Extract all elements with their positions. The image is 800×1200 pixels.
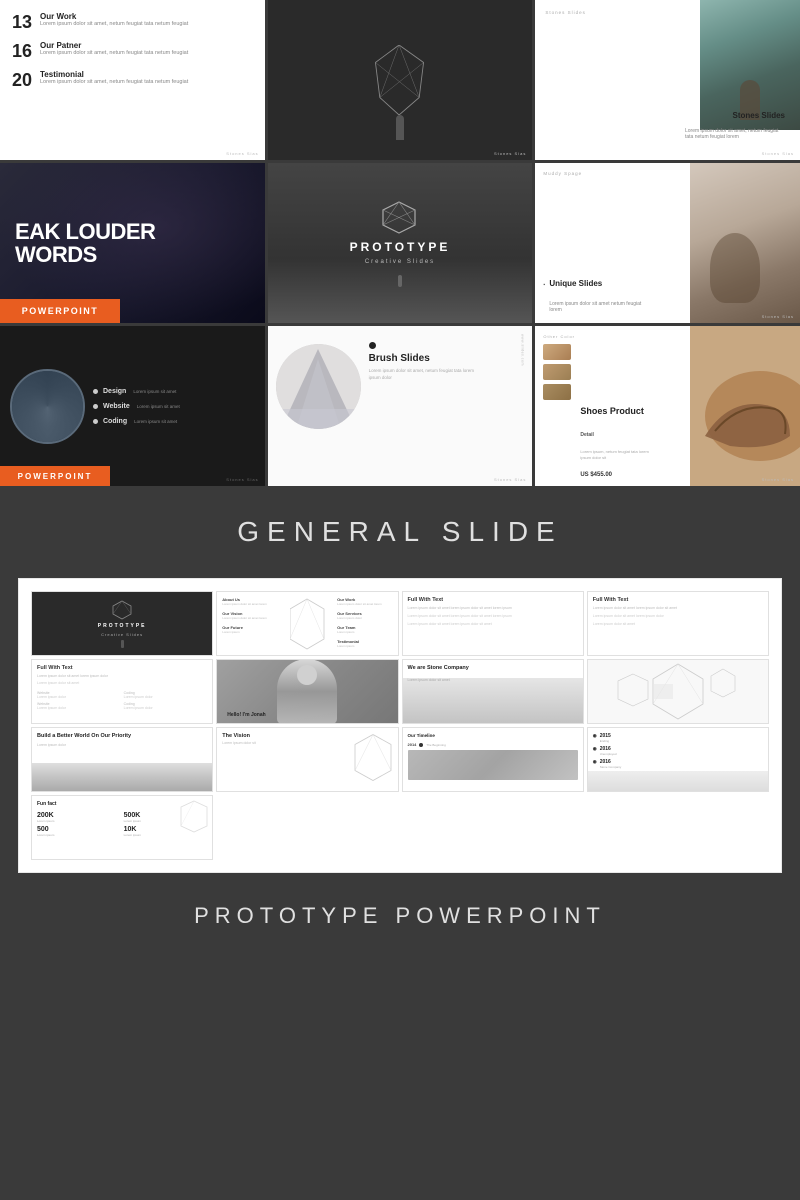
coding-label: Coding: [103, 418, 127, 425]
person-title: Hello! I'm Jonah: [227, 712, 265, 718]
slide-design-circle[interactable]: Design Lorem ipsum sit amet Website Lore…: [0, 326, 265, 486]
mini-slide-stone-company[interactable]: We are Stone Company Lorem ipsum dolor s…: [402, 659, 584, 724]
slide-dark-geometric[interactable]: Stones Slas: [268, 0, 533, 160]
design-label: Design: [103, 388, 126, 395]
slide-desc-ourpatner: Lorem ipsum dolor sit amet, netum feugia…: [40, 50, 188, 58]
slide-desc-ourwork: Lorem ipsum dolor sit amet, netum feugia…: [40, 21, 188, 29]
slides-grid-top: 13 Our Work Lorem ipsum dolor sit amet, …: [0, 0, 800, 486]
slide-label-6: Stones Slas: [762, 314, 794, 319]
stones-slides-desc: Lorem ipsum dolor sit amet, netum feugia…: [685, 128, 785, 140]
prototype-sub: Creative Slides: [365, 259, 435, 265]
shoe-color-1[interactable]: [543, 344, 571, 360]
slide-desc-testimonial: Lorem ipsum dolor sit amet, netum feugia…: [40, 79, 188, 87]
timeline-title: Our Timeline: [408, 733, 578, 738]
slide-prototype-dark[interactable]: PROTOTYPE Creative Slides: [268, 163, 533, 323]
mini-proto-title: PROTOTYPE: [98, 623, 147, 629]
stones-slides-title: Stones Slides: [733, 111, 785, 120]
slide-speak-louder[interactable]: EAK LOUDER WORDS POWERPOINT: [0, 163, 265, 323]
mini-fulltext-desc-1: Lorem ipsum dolor sit amet lorem ipsum d…: [408, 606, 578, 611]
mountain-illustration: [276, 344, 361, 429]
vision-geo-icon: [353, 732, 393, 782]
slide-stones-slides[interactable]: Stones Slides Stones Slides Lorem ipsum …: [535, 0, 800, 160]
brush-dot-icon: [369, 342, 376, 349]
slide-title-ourwork: Our Work: [40, 12, 188, 21]
shoe-color-3[interactable]: [543, 384, 571, 400]
slide-shoes-product[interactable]: Other Color Shoes Product Detail Lo: [535, 326, 800, 486]
prototype-geo-icon: [382, 200, 417, 235]
geo-shapes-icon: [613, 659, 743, 724]
mini-slide-timeline-2[interactable]: ◉ 2015 Ending ◉ 2016 Unemployed ◉: [587, 727, 769, 792]
prototype-powerpoint-title: PROTOTYPE POWERPOINT: [0, 903, 800, 929]
slide-num-20: 20: [12, 70, 40, 91]
mini-fulltext-title-1: Full With Text: [408, 597, 578, 603]
shoes-detail-label: Detail: [580, 432, 594, 438]
powerpoint-badge-bottom: POWERPOINT: [18, 472, 93, 481]
mini-proto-logo-icon: [112, 600, 132, 620]
mini-slide-funfact[interactable]: Fun fact 200K Lorem ipsum 500K Lorem ips…: [31, 795, 213, 860]
mini-slide-cols[interactable]: About Us Lorem ipsum dolor sit amet lore…: [216, 591, 398, 656]
mini-slide-person-photo[interactable]: Hello! I'm Jonah: [216, 659, 398, 724]
stone-company-title: We are Stone Company: [408, 665, 469, 671]
top-section: 13 Our Work Lorem ipsum dolor sit amet, …: [0, 0, 800, 486]
slide-title-testimonial: Testimonial: [40, 70, 188, 79]
mini-slide-fulltext-3[interactable]: Full With Text Lorem ipsum dolor sit ame…: [31, 659, 213, 724]
slide-label-8: Stones Slas: [494, 477, 526, 482]
brush-slides-title: Brush Slides: [369, 353, 525, 364]
slide-label-9: Stones Slas: [762, 477, 794, 482]
words-text: WORDS: [15, 243, 250, 266]
slide-unique-slides[interactable]: Muddy Spage ▪ Unique Slides Lorem ipsum …: [535, 163, 800, 323]
other-color-label: Other Color: [543, 334, 575, 339]
funfact-geo-icon: [179, 799, 209, 834]
mini-slide-vision[interactable]: The Vision Lorem ipsum dolor sit: [216, 727, 398, 792]
brush-slides-desc: Lorem ipsum dolor sit amet, netum feugia…: [369, 367, 479, 381]
mini-fulltext-title-3: Full With Text: [37, 665, 207, 671]
mini-slide-fulltext-2[interactable]: Full With Text Lorem ipsum dolor sit ame…: [587, 591, 769, 656]
general-slide-title: GENERAL SLIDE: [0, 516, 800, 548]
geometric-crystal-icon: [372, 45, 427, 115]
unique-slides-desc: Lorem ipsum dolor sit amet netum feugiat…: [549, 301, 649, 313]
mini-slide-build-world[interactable]: Build a Better World On Our Priority Lor…: [31, 727, 213, 792]
mini-fulltext-desc-2: Lorem ipsum dolor sit amet lorem ipsum d…: [593, 606, 763, 611]
build-world-desc: Lorem ipsum dolor: [37, 743, 207, 747]
unique-slides-title: Unique Slides: [549, 279, 790, 288]
shoes-detail-text: Lorem ipsum, netum feugiat tata lorem ip…: [580, 449, 655, 461]
mini-slide-proto[interactable]: PROTOTYPE Creative Slides: [31, 591, 213, 656]
powerpoint-badge: POWERPOINT: [22, 306, 99, 316]
prototype-powerpoint-section: PROTOTYPE POWERPOINT: [0, 873, 800, 959]
shoe-color-2[interactable]: [543, 364, 571, 380]
slide-num-13: 13: [12, 12, 40, 33]
slide-label-3: Stones Slas: [762, 151, 794, 156]
shoes-product-title: Shoes Product: [580, 406, 644, 416]
slide-num-16: 16: [12, 41, 40, 62]
shoes-price: US $455.00: [580, 472, 612, 478]
general-slide-section: GENERAL SLIDE: [0, 486, 800, 578]
mini-fulltext-title-2: Full With Text: [593, 597, 763, 603]
build-world-title: Build a Better World On Our Priority: [37, 733, 207, 740]
mini-proto-sub: Creative Slides: [101, 632, 143, 637]
slide-label-1: Stones Slas: [226, 151, 258, 156]
mini-slide-fulltext-1[interactable]: Full With Text Lorem ipsum dolor sit ame…: [402, 591, 584, 656]
slide-brush-slides-mountain[interactable]: Brush Slides Lorem ipsum dolor sit amet,…: [268, 326, 533, 486]
stone-company-desc: Lorem ipsum dolor sit amet: [408, 678, 450, 682]
speak-louder-text: EAK LOUDER: [15, 220, 250, 243]
shoe-photo: [690, 326, 800, 486]
website-label: Website: [103, 403, 130, 410]
mini-slide-geo-shapes[interactable]: [587, 659, 769, 724]
slide-label-2: Stones Slas: [494, 151, 526, 156]
slide-numbered-list[interactable]: 13 Our Work Lorem ipsum dolor sit amet, …: [0, 0, 265, 160]
prototype-title: PROTOTYPE: [350, 240, 451, 254]
slide-label-7: Stones Slas: [226, 477, 258, 482]
mini-geo-icon: [290, 597, 325, 652]
mini-slide-timeline[interactable]: Our Timeline 2014 The Beginning: [402, 727, 584, 792]
general-slide-grid: PROTOTYPE Creative Slides About Us Lorem…: [18, 578, 782, 873]
slide-title-ourpatner: Our Patner: [40, 41, 188, 50]
